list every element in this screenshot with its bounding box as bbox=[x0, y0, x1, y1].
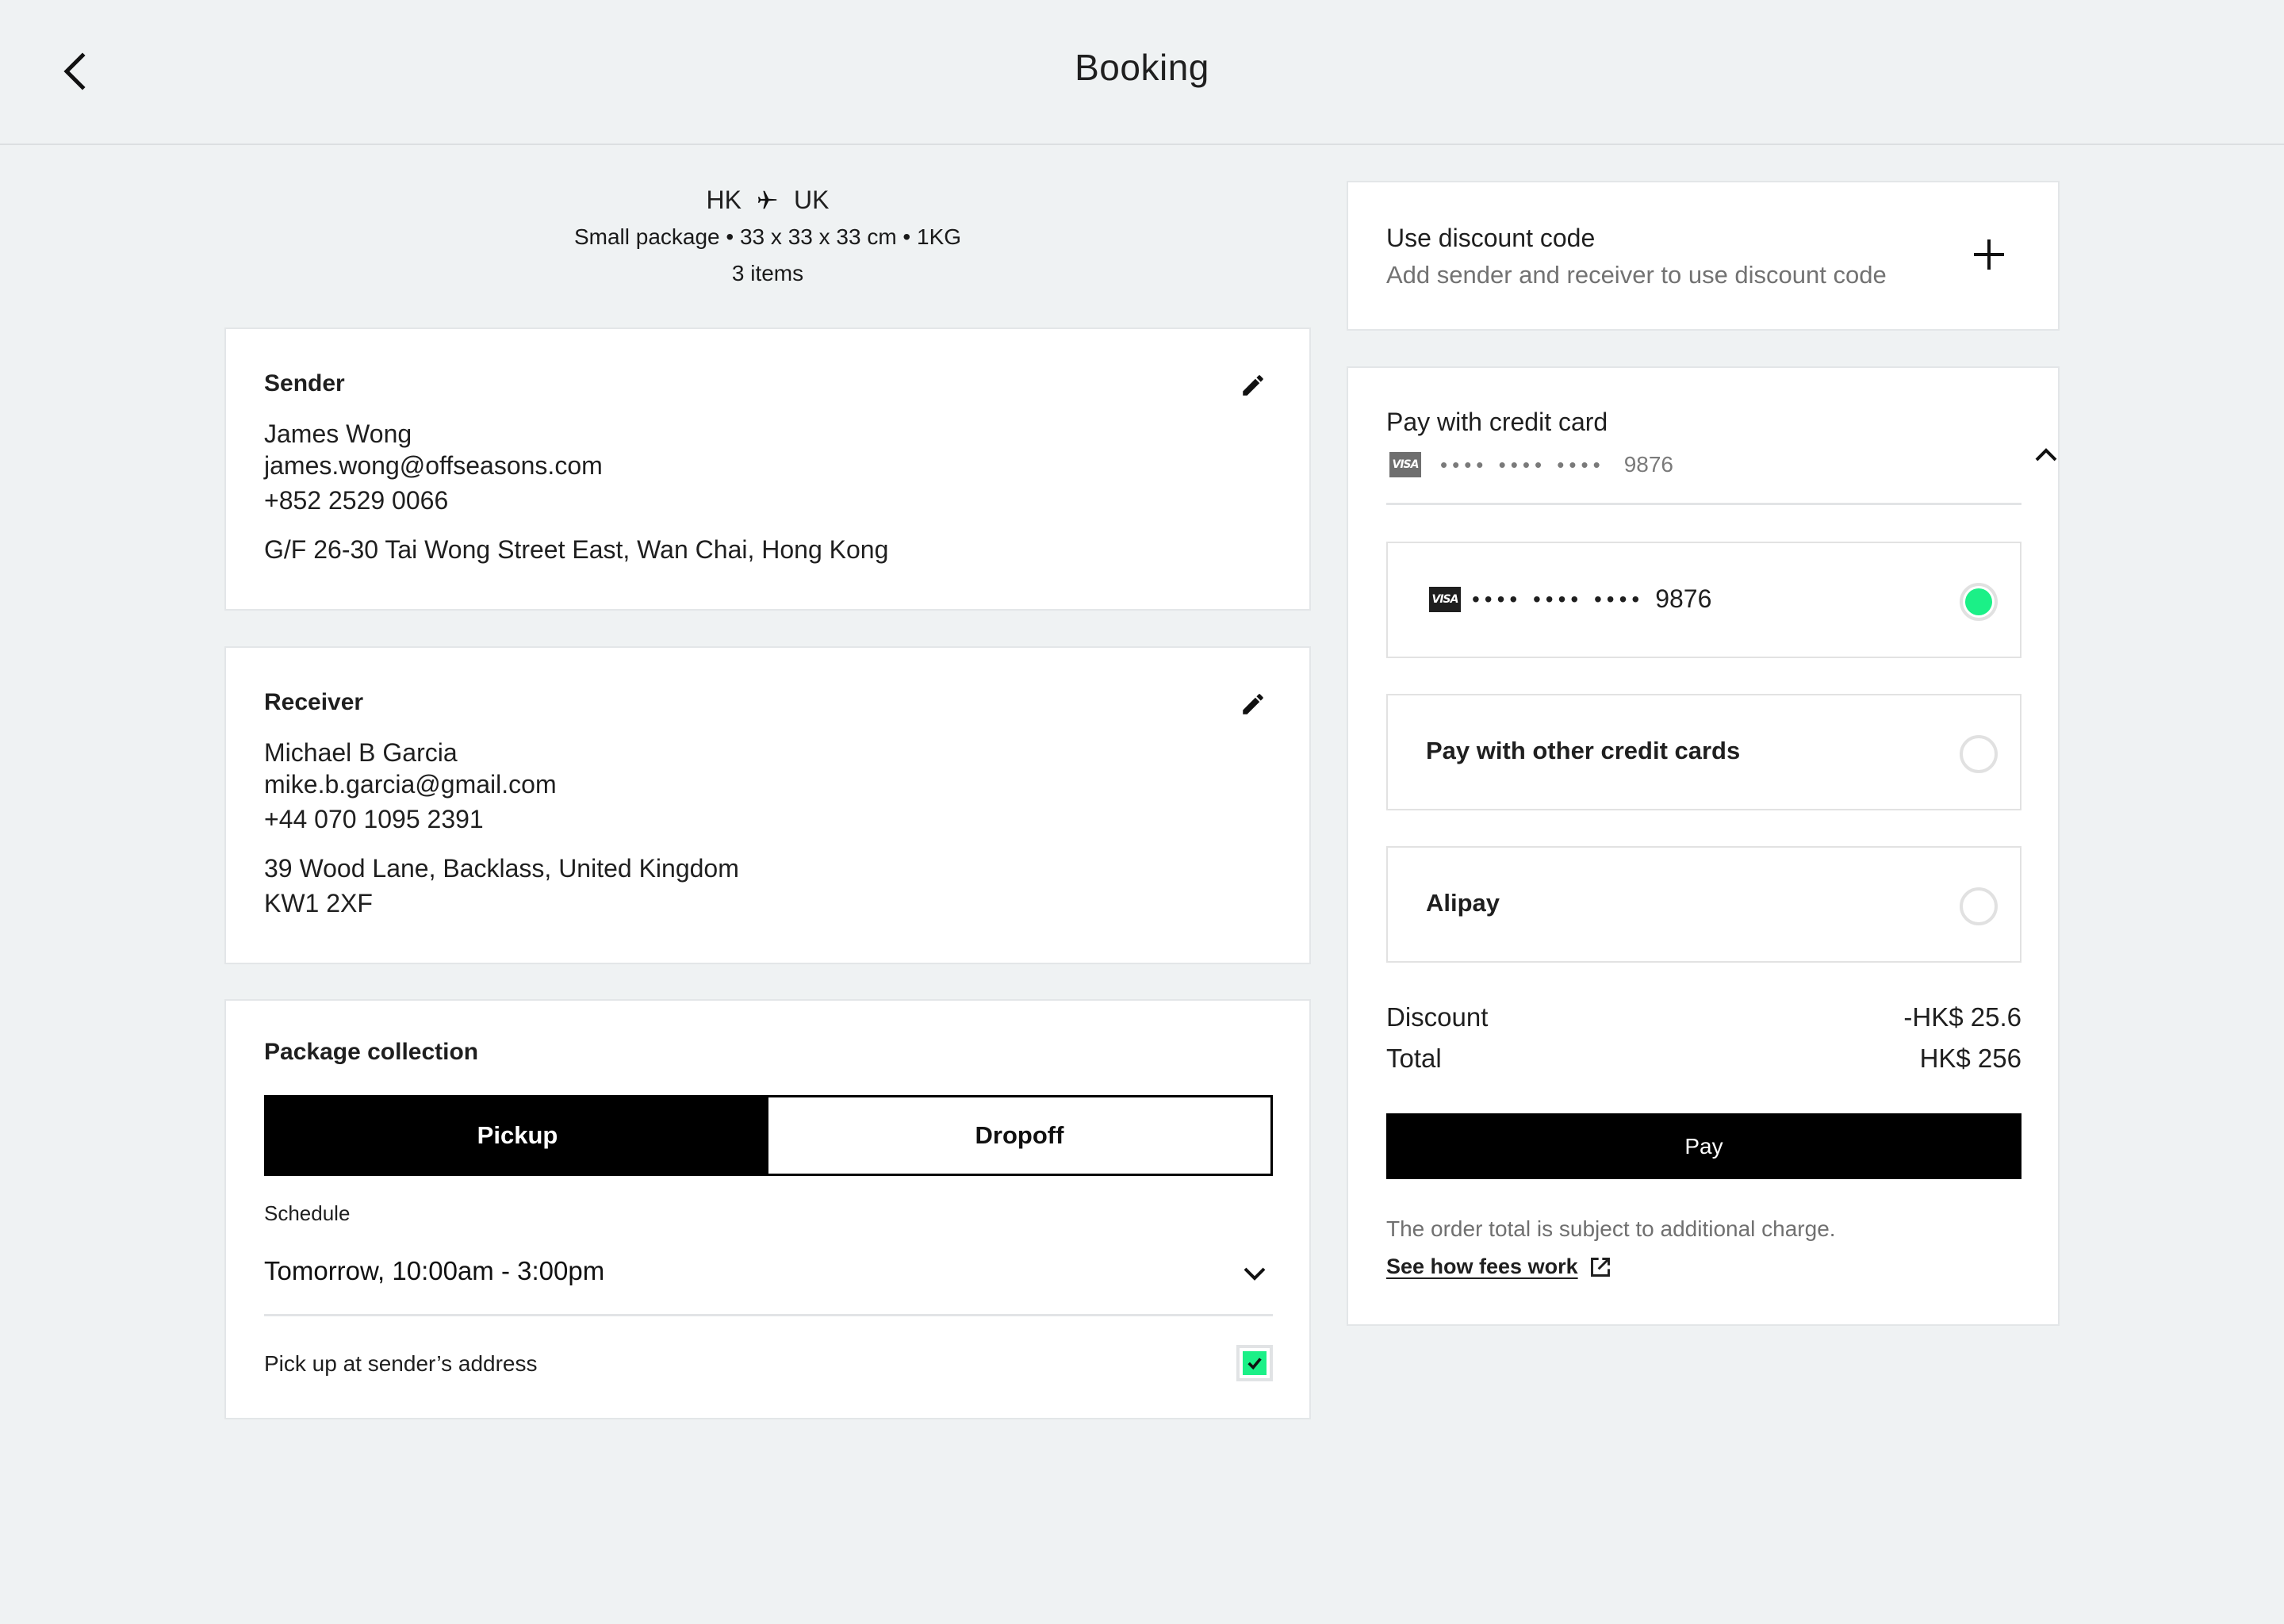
visa-icon: VISA bbox=[1389, 452, 1421, 477]
pickup-at-sender-row: Pick up at sender’s address bbox=[264, 1342, 1273, 1389]
discount-title: Use discount code bbox=[1386, 224, 1596, 252]
radio-unselected[interactable] bbox=[1960, 887, 1998, 925]
schedule-label: Schedule bbox=[264, 1201, 351, 1225]
origin-code: HK bbox=[706, 186, 742, 214]
visa-icon: VISA bbox=[1429, 586, 1461, 612]
package-description: Small package • 33 x 33 x 33 cm • 1KG bbox=[573, 224, 962, 249]
edit-sender-icon[interactable] bbox=[1240, 372, 1267, 399]
checkmark-icon bbox=[1247, 1358, 1262, 1370]
route: HK UK bbox=[224, 181, 1311, 219]
radio-unselected[interactable] bbox=[1960, 735, 1998, 773]
sender-contact: James Wong james.wong@offseasons.com +85… bbox=[264, 418, 888, 565]
sender-address: G/F 26-30 Tai Wong Street East, Wan Chai… bbox=[264, 535, 889, 564]
package-collection-card: Package collection Pickup Dropoff Schedu… bbox=[224, 999, 1311, 1419]
radio-dot bbox=[1965, 588, 1992, 615]
receiver-address-line1: 39 Wood Lane, Backlass, United Kingdom bbox=[264, 854, 739, 883]
edit-receiver-icon[interactable] bbox=[1240, 691, 1267, 718]
discount-label: Discount bbox=[1386, 1002, 1489, 1032]
receiver-phone: +44 070 1095 2391 bbox=[264, 805, 484, 833]
chevron-up-icon[interactable] bbox=[2033, 446, 2059, 465]
checkbox-fill bbox=[1243, 1351, 1267, 1375]
receiver-email: mike.b.garcia@gmail.com bbox=[264, 770, 557, 799]
schedule-dropdown[interactable]: Tomorrow, 10:00am - 3:00pm bbox=[264, 1239, 1273, 1316]
destination-code: UK bbox=[794, 186, 830, 214]
card-last4: 9876 bbox=[1655, 584, 1712, 613]
radio-selected[interactable] bbox=[1960, 583, 1998, 621]
total-value: HK$ 256 bbox=[1919, 1044, 2021, 1073]
payment-method-header[interactable]: Pay with credit card VISA •••• •••• ••••… bbox=[1386, 408, 2057, 503]
receiver-contact: Michael B Garcia mike.b.garcia@gmail.com… bbox=[264, 737, 739, 919]
sender-name: James Wong bbox=[264, 419, 412, 448]
discount-subtitle: Add sender and receiver to use discount … bbox=[1386, 261, 1887, 289]
option-label: Pay with other credit cards bbox=[1426, 737, 1741, 764]
sender-title: Sender bbox=[264, 370, 345, 396]
fee-note: The order total is subject to additional… bbox=[1386, 1216, 1836, 1241]
masked-card-digits: •••• •••• •••• bbox=[1472, 586, 1645, 611]
package-summary: HK UK Small package • 33 x 33 x 33 cm • … bbox=[224, 181, 1311, 292]
discount-value: -HK$ 25.6 bbox=[1903, 1002, 2021, 1032]
receiver-address-line2: KW1 2XF bbox=[264, 889, 373, 917]
top-bar: Booking bbox=[0, 0, 2284, 145]
dropoff-tab[interactable]: Dropoff bbox=[768, 1097, 1270, 1174]
airplane-icon bbox=[757, 190, 777, 209]
sender-email: james.wong@offseasons.com bbox=[264, 451, 603, 480]
receiver-card: Receiver Michael B Garcia mike.b.garcia@… bbox=[224, 646, 1311, 964]
sender-phone: +852 2529 0066 bbox=[264, 486, 449, 515]
discount-code-card[interactable]: Use discount code Add sender and receive… bbox=[1347, 181, 2060, 331]
external-link-icon bbox=[1590, 1257, 1610, 1277]
schedule-value: Tomorrow, 10:00am - 3:00pm bbox=[264, 1256, 605, 1285]
payment-option-saved-card[interactable]: VISA •••• •••• •••• 9876 bbox=[1386, 542, 2021, 658]
pickup-tab[interactable]: Pickup bbox=[266, 1097, 768, 1174]
option-label: Alipay bbox=[1426, 889, 1500, 917]
page-title: Booking bbox=[1075, 47, 1209, 88]
receiver-name: Michael B Garcia bbox=[264, 738, 458, 767]
card-last4: 9876 bbox=[1623, 452, 1673, 477]
payment-card: Pay with credit card VISA •••• •••• ••••… bbox=[1347, 366, 2060, 1326]
payment-method-title: Pay with credit card bbox=[1386, 408, 1608, 436]
payment-divider bbox=[1386, 503, 2021, 505]
masked-card-digits: •••• •••• •••• bbox=[1440, 452, 1605, 477]
pay-button[interactable]: Pay bbox=[1386, 1113, 2021, 1179]
item-count: 3 items bbox=[731, 261, 804, 285]
payment-option-other-cards[interactable]: Pay with other credit cards bbox=[1386, 694, 2021, 810]
plus-icon[interactable] bbox=[1972, 238, 2006, 271]
receiver-title: Receiver bbox=[264, 689, 364, 715]
chevron-down-icon bbox=[1244, 1267, 1266, 1281]
collection-method-toggle: Pickup Dropoff bbox=[264, 1095, 1273, 1176]
payment-option-alipay[interactable]: Alipay bbox=[1386, 846, 2021, 963]
selected-card-summary: VISA •••• •••• •••• 9876 bbox=[1389, 452, 1673, 477]
pickup-at-sender-checkbox[interactable] bbox=[1236, 1345, 1273, 1381]
total-label: Total bbox=[1386, 1044, 1442, 1073]
fee-link-text: See how fees work bbox=[1386, 1254, 1578, 1278]
pickup-at-sender-label: Pick up at sender’s address bbox=[264, 1351, 538, 1376]
see-how-fees-work-link[interactable]: See how fees work bbox=[1386, 1254, 1611, 1279]
collection-title: Package collection bbox=[264, 1039, 479, 1065]
sender-card: Sender James Wong james.wong@offseasons.… bbox=[224, 327, 1311, 611]
saved-card-info: VISA •••• •••• •••• 9876 bbox=[1429, 584, 1711, 614]
